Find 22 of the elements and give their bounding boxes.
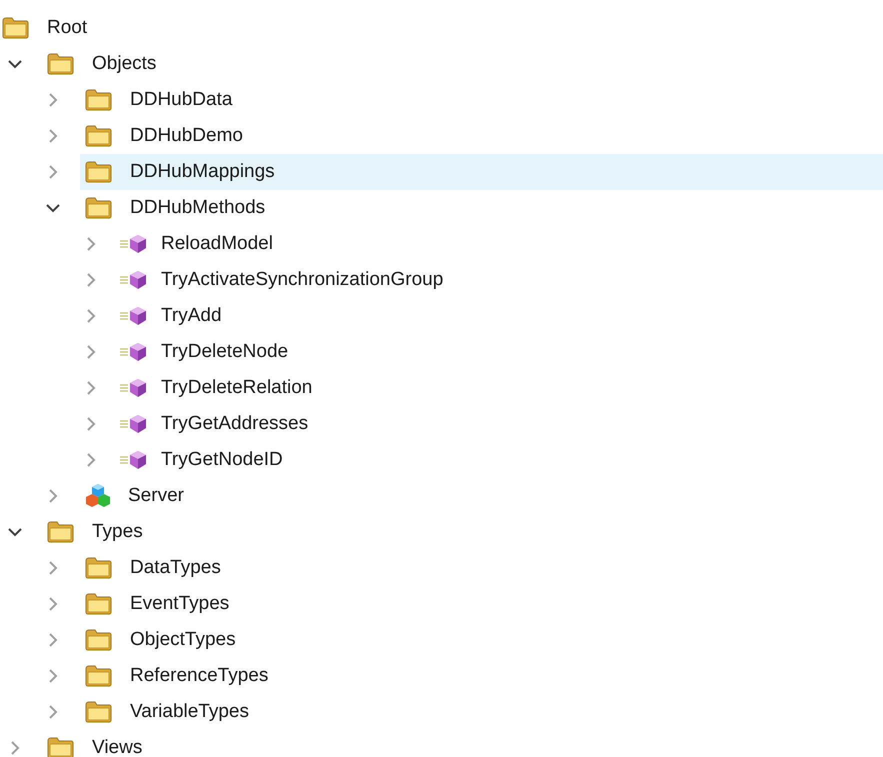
folder-icon	[85, 125, 112, 147]
folder-icon	[85, 197, 112, 219]
folder-icon	[85, 629, 112, 651]
method-icon	[119, 449, 149, 471]
folder-icon	[85, 557, 112, 579]
folder-icon	[47, 53, 74, 75]
cubes-icon	[85, 483, 112, 509]
folder-icon	[85, 161, 112, 183]
folder-icon	[2, 17, 29, 39]
tree-item[interactable]: DDHubMappings	[80, 154, 883, 190]
method-icon	[119, 269, 149, 291]
method-icon	[119, 233, 149, 255]
method-icon	[119, 341, 149, 363]
method-icon	[119, 377, 149, 399]
folder-icon	[85, 593, 112, 615]
folder-icon	[85, 701, 112, 723]
folder-icon	[47, 737, 74, 757]
method-icon	[119, 413, 149, 435]
folder-icon	[85, 89, 112, 111]
method-icon	[119, 305, 149, 327]
folder-icon	[85, 665, 112, 687]
folder-icon	[47, 521, 74, 543]
